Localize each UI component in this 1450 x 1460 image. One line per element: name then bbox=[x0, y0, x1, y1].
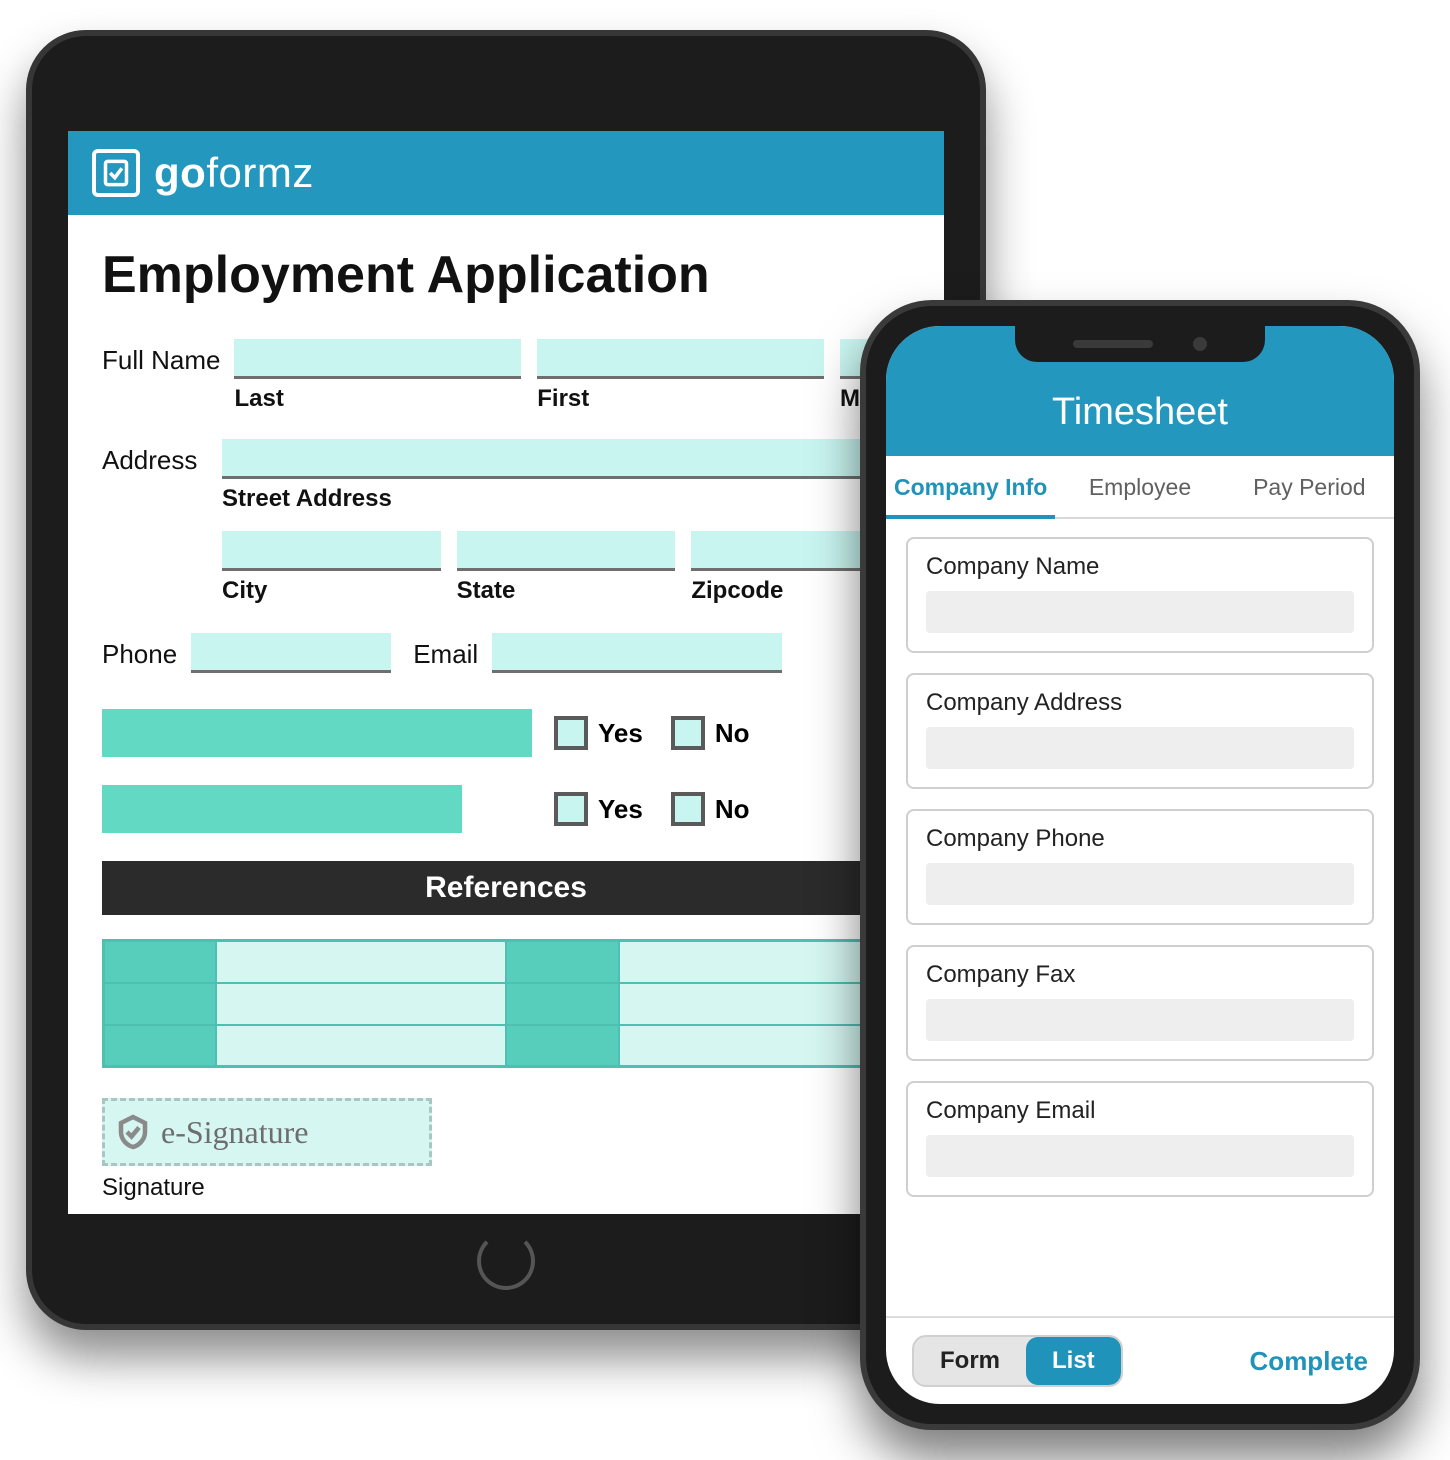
input-street[interactable] bbox=[222, 439, 910, 479]
label-address: Address bbox=[102, 439, 208, 476]
tablet-device: goformz Employment Application Full Name… bbox=[26, 30, 986, 1330]
card-company-fax: Company Fax bbox=[906, 945, 1374, 1061]
question-bar-2 bbox=[102, 785, 462, 833]
label-company-fax: Company Fax bbox=[926, 961, 1354, 989]
table-cell[interactable] bbox=[506, 1025, 619, 1067]
table-cell[interactable] bbox=[104, 1025, 217, 1067]
table-row bbox=[104, 1025, 909, 1067]
table-row bbox=[104, 983, 909, 1025]
tab-employee[interactable]: Employee bbox=[1055, 456, 1224, 517]
sublabel-last: Last bbox=[234, 385, 521, 413]
table-cell[interactable] bbox=[506, 941, 619, 983]
shield-check-icon bbox=[115, 1114, 151, 1150]
label-full-name: Full Name bbox=[102, 339, 220, 376]
speaker-icon bbox=[1073, 340, 1153, 348]
row-address-2: City State Zipcode bbox=[222, 531, 910, 605]
input-email[interactable] bbox=[492, 633, 782, 673]
card-company-address: Company Address bbox=[906, 673, 1374, 789]
checkbox-q2-yes[interactable] bbox=[554, 792, 588, 826]
sublabel-street: Street Address bbox=[222, 485, 910, 513]
table-cell[interactable] bbox=[104, 941, 217, 983]
tab-pay-period[interactable]: Pay Period bbox=[1225, 456, 1394, 517]
input-first-name[interactable] bbox=[537, 339, 824, 379]
input-company-fax[interactable] bbox=[926, 999, 1354, 1041]
complete-button[interactable]: Complete bbox=[1250, 1346, 1368, 1377]
label-company-email: Company Email bbox=[926, 1097, 1354, 1125]
input-phone[interactable] bbox=[191, 633, 391, 673]
input-company-email[interactable] bbox=[926, 1135, 1354, 1177]
row-question-2: Yes No bbox=[102, 785, 910, 833]
signature-block: e-Signature Signature bbox=[102, 1098, 910, 1202]
input-company-address[interactable] bbox=[926, 727, 1354, 769]
input-company-name[interactable] bbox=[926, 591, 1354, 633]
card-company-phone: Company Phone bbox=[906, 809, 1374, 925]
table-row bbox=[104, 941, 909, 983]
toggle-form-button[interactable]: Form bbox=[914, 1337, 1026, 1385]
label-company-phone: Company Phone bbox=[926, 825, 1354, 853]
tablet-screen: goformz Employment Application Full Name… bbox=[68, 131, 944, 1214]
label-email: Email bbox=[413, 633, 478, 670]
phone-device: Timesheet Company Info Employee Pay Peri… bbox=[860, 300, 1420, 1430]
label-company-name: Company Name bbox=[926, 553, 1354, 581]
brand-logo-icon bbox=[92, 149, 140, 197]
label-company-address: Company Address bbox=[926, 689, 1354, 717]
brand-wordmark: goformz bbox=[154, 149, 314, 197]
employment-form: Employment Application Full Name Last Fi… bbox=[68, 215, 944, 1214]
sublabel-city: City bbox=[222, 577, 441, 605]
sublabel-state: State bbox=[457, 577, 676, 605]
row-address: Address Street Address bbox=[102, 439, 910, 513]
table-cell[interactable] bbox=[216, 983, 506, 1025]
input-company-phone[interactable] bbox=[926, 863, 1354, 905]
table-cell[interactable] bbox=[104, 983, 217, 1025]
row-full-name: Full Name Last First MI bbox=[102, 339, 910, 413]
phone-title: Timesheet bbox=[1052, 391, 1228, 434]
question-bar-1 bbox=[102, 709, 532, 757]
page-title: Employment Application bbox=[102, 245, 910, 305]
row-phone-email: Phone Email bbox=[102, 633, 910, 673]
checkbox-q2-no[interactable] bbox=[671, 792, 705, 826]
phone-notch bbox=[1015, 326, 1265, 362]
brand-right: formz bbox=[206, 149, 314, 196]
signature-label: Signature bbox=[102, 1174, 910, 1202]
checkbox-q1-yes[interactable] bbox=[554, 716, 588, 750]
camera-icon bbox=[1193, 337, 1207, 351]
home-button-icon[interactable] bbox=[477, 1232, 535, 1290]
checkbox-q1-no[interactable] bbox=[671, 716, 705, 750]
field-list: Company Name Company Address Company Pho… bbox=[886, 519, 1394, 1316]
input-city[interactable] bbox=[222, 531, 441, 571]
input-state[interactable] bbox=[457, 531, 676, 571]
brand-left: go bbox=[154, 149, 206, 196]
toggle-list-button[interactable]: List bbox=[1026, 1337, 1121, 1385]
row-question-1: Yes No bbox=[102, 709, 910, 757]
card-company-email: Company Email bbox=[906, 1081, 1374, 1197]
table-cell[interactable] bbox=[506, 983, 619, 1025]
sublabel-first: First bbox=[537, 385, 824, 413]
brand-bar: goformz bbox=[68, 131, 944, 215]
tab-bar: Company Info Employee Pay Period bbox=[886, 456, 1394, 519]
label-q2-yes: Yes bbox=[598, 794, 643, 825]
table-cell[interactable] bbox=[216, 1025, 506, 1067]
references-table bbox=[102, 939, 910, 1068]
card-company-name: Company Name bbox=[906, 537, 1374, 653]
signature-placeholder: e-Signature bbox=[161, 1114, 309, 1151]
references-header: References bbox=[102, 861, 910, 915]
phone-footer: Form List Complete bbox=[886, 1316, 1394, 1404]
table-cell[interactable] bbox=[216, 941, 506, 983]
label-q1-yes: Yes bbox=[598, 718, 643, 749]
phone-screen: Timesheet Company Info Employee Pay Peri… bbox=[886, 326, 1394, 1404]
input-last-name[interactable] bbox=[234, 339, 521, 379]
label-q1-no: No bbox=[715, 718, 750, 749]
label-q2-no: No bbox=[715, 794, 750, 825]
view-toggle: Form List bbox=[912, 1335, 1123, 1387]
signature-field[interactable]: e-Signature bbox=[102, 1098, 432, 1166]
tab-company-info[interactable]: Company Info bbox=[886, 456, 1055, 519]
label-phone: Phone bbox=[102, 633, 177, 670]
